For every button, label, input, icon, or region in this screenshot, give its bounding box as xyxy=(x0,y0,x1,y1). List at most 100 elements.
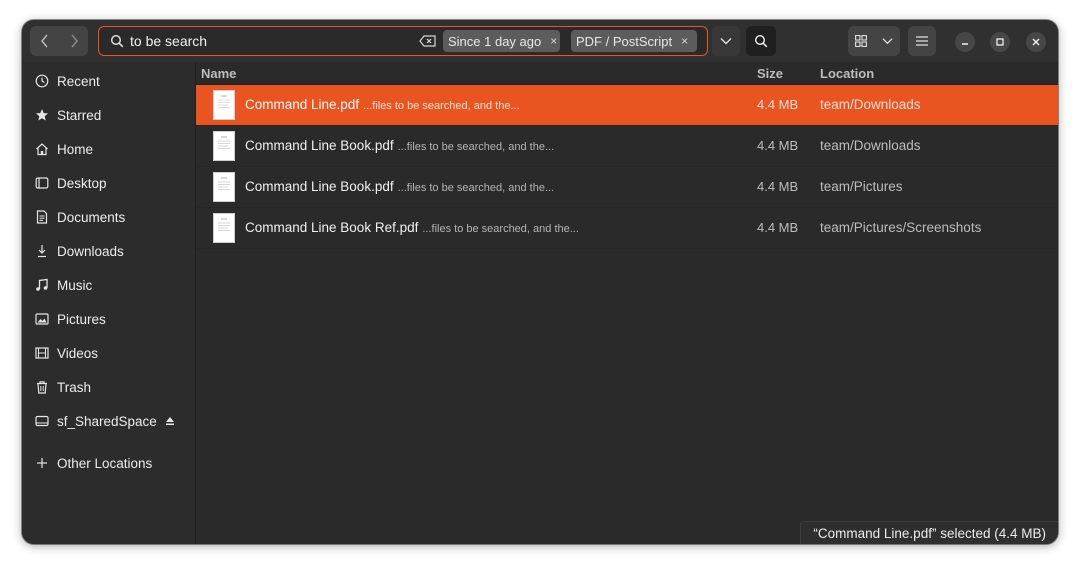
chevron-right-icon xyxy=(70,34,78,48)
main-menu-button[interactable] xyxy=(908,26,936,56)
search-options-dropdown-button[interactable] xyxy=(712,26,740,56)
file-manager-window: to be search Since 1 day ago × PDF / Pos… xyxy=(22,20,1058,544)
sidebar-item-downloads[interactable]: Downloads xyxy=(22,236,195,266)
sidebar-item-label: Desktop xyxy=(57,175,107,191)
sidebar-item-music[interactable]: Music xyxy=(22,270,195,300)
sidebar-item-label: sf_SharedSpace xyxy=(57,413,157,429)
star-icon xyxy=(34,107,50,123)
grid-icon xyxy=(855,35,867,47)
column-header: Name Size Location xyxy=(196,62,1058,85)
sidebar-item-label: Other Locations xyxy=(57,455,153,471)
file-location: team/Downloads xyxy=(820,97,921,112)
sidebar-item-label: Trash xyxy=(57,379,92,395)
eject-icon[interactable] xyxy=(164,415,176,427)
sidebar-item-label: Starred xyxy=(57,107,102,123)
close-icon[interactable]: × xyxy=(550,34,557,48)
table-row[interactable]: Command Line.pdf ...files to be searched,… xyxy=(196,85,1058,126)
chevron-left-icon xyxy=(40,34,48,48)
filter-tag-label: PDF / PostScript xyxy=(576,33,673,49)
grid-view-button[interactable] xyxy=(848,26,874,56)
file-snippet: ...files to be searched, and the... xyxy=(397,182,555,194)
view-dropdown-button[interactable] xyxy=(874,26,900,56)
file-snippet: ...files to be searched, and the... xyxy=(363,100,520,112)
search-toggle-button[interactable] xyxy=(746,26,776,56)
file-size: 4.4 MB xyxy=(757,179,799,194)
file-snippet: ...files to be searched, and the... xyxy=(422,223,579,235)
sidebar-item-trash[interactable]: Trash xyxy=(22,372,195,402)
status-bar: “Command Line.pdf” selected (4.4 MB) xyxy=(800,521,1058,544)
file-name: Command Line Book.pdf ...files to be sear… xyxy=(245,179,554,194)
navigation-buttons xyxy=(30,26,88,56)
maximize-button[interactable] xyxy=(990,32,1010,52)
sidebar-item-videos[interactable]: Videos xyxy=(22,338,195,368)
clear-search-icon[interactable] xyxy=(419,34,437,48)
hamburger-icon xyxy=(916,36,928,46)
file-name-text: Command Line.pdf xyxy=(245,97,360,112)
search-query: to be search xyxy=(130,33,208,49)
sidebar-item-documents[interactable]: Documents xyxy=(22,202,195,232)
header-bar: to be search Since 1 day ago × PDF / Pos… xyxy=(22,20,1058,63)
search-icon xyxy=(754,34,768,48)
forward-button[interactable] xyxy=(59,26,88,56)
filter-tag-type: PDF / PostScript × xyxy=(571,30,697,52)
file-snippet: ...files to be searched, and the... xyxy=(397,141,555,153)
sidebar-item-label: Pictures xyxy=(57,311,106,327)
file-name: Command Line.pdf ...files to be searched,… xyxy=(245,97,520,112)
video-icon xyxy=(34,345,50,361)
sidebar-item-sf-sharedspace[interactable]: sf_SharedSpace xyxy=(22,406,195,436)
filter-tag-label: Since 1 day ago xyxy=(448,33,542,49)
music-icon xyxy=(34,277,50,293)
file-name-text: Command Line Book Ref.pdf xyxy=(245,220,419,235)
pdf-file-icon xyxy=(213,131,235,161)
table-row[interactable]: Command Line Book.pdf ...files to be sear… xyxy=(196,167,1058,208)
desktop-icon xyxy=(34,175,50,191)
sidebar-item-label: Downloads xyxy=(57,243,124,259)
minimize-icon xyxy=(962,43,968,45)
chevron-down-icon xyxy=(881,38,893,45)
search-icon xyxy=(110,34,124,48)
sidebar-item-pictures[interactable]: Pictures xyxy=(22,304,195,334)
file-list: Name Size Location Command Line.pdf ...fi… xyxy=(196,62,1058,544)
sidebar-item-starred[interactable]: Starred xyxy=(22,100,195,130)
selection-status-text: “Command Line.pdf” selected (4.4 MB) xyxy=(813,525,1046,541)
picture-icon xyxy=(34,311,50,327)
close-window-button[interactable] xyxy=(1026,32,1046,52)
sidebar-item-label: Documents xyxy=(57,209,126,225)
close-icon xyxy=(1032,38,1040,46)
file-size: 4.4 MB xyxy=(757,97,799,112)
sidebar-item-recent[interactable]: Recent xyxy=(22,66,195,96)
file-location: team/Pictures xyxy=(820,179,903,194)
home-icon xyxy=(34,141,50,157)
minimize-button[interactable] xyxy=(955,32,975,52)
pdf-file-icon xyxy=(213,213,235,243)
maximize-icon xyxy=(996,38,1004,46)
chevron-down-icon xyxy=(720,38,732,45)
close-icon[interactable]: × xyxy=(681,34,688,48)
view-options xyxy=(848,26,900,56)
back-button[interactable] xyxy=(30,26,59,56)
search-input[interactable]: to be search Since 1 day ago × PDF / Pos… xyxy=(98,26,708,56)
sidebar-item-label: Recent xyxy=(57,73,100,89)
clock-icon xyxy=(34,73,50,89)
sidebar-item-label: Music xyxy=(57,277,93,293)
sidebar-item-label: Home xyxy=(57,141,94,157)
trash-icon xyxy=(34,379,50,395)
sidebar-item-home[interactable]: Home xyxy=(22,134,195,164)
table-row[interactable]: Command Line Book Ref.pdf ...files to be … xyxy=(196,208,1058,249)
file-location: team/Downloads xyxy=(820,138,921,153)
filter-tag-date: Since 1 day ago × xyxy=(443,30,560,52)
document-icon xyxy=(34,209,50,225)
download-icon xyxy=(34,243,50,259)
column-size-header[interactable]: Size xyxy=(757,66,783,81)
sidebar-item-desktop[interactable]: Desktop xyxy=(22,168,195,198)
file-name-text: Command Line Book.pdf xyxy=(245,138,394,153)
drive-icon xyxy=(34,413,50,429)
column-name-header[interactable]: Name xyxy=(201,66,236,81)
pdf-file-icon xyxy=(213,90,235,120)
sidebar-item-label: Videos xyxy=(57,345,99,361)
table-row[interactable]: Command Line Book.pdf ...files to be sear… xyxy=(196,126,1058,167)
file-size: 4.4 MB xyxy=(757,138,799,153)
column-location-header[interactable]: Location xyxy=(820,66,874,81)
sidebar-item-other-locations[interactable]: Other Locations xyxy=(22,448,195,478)
file-name: Command Line Book Ref.pdf ...files to be … xyxy=(245,220,579,235)
